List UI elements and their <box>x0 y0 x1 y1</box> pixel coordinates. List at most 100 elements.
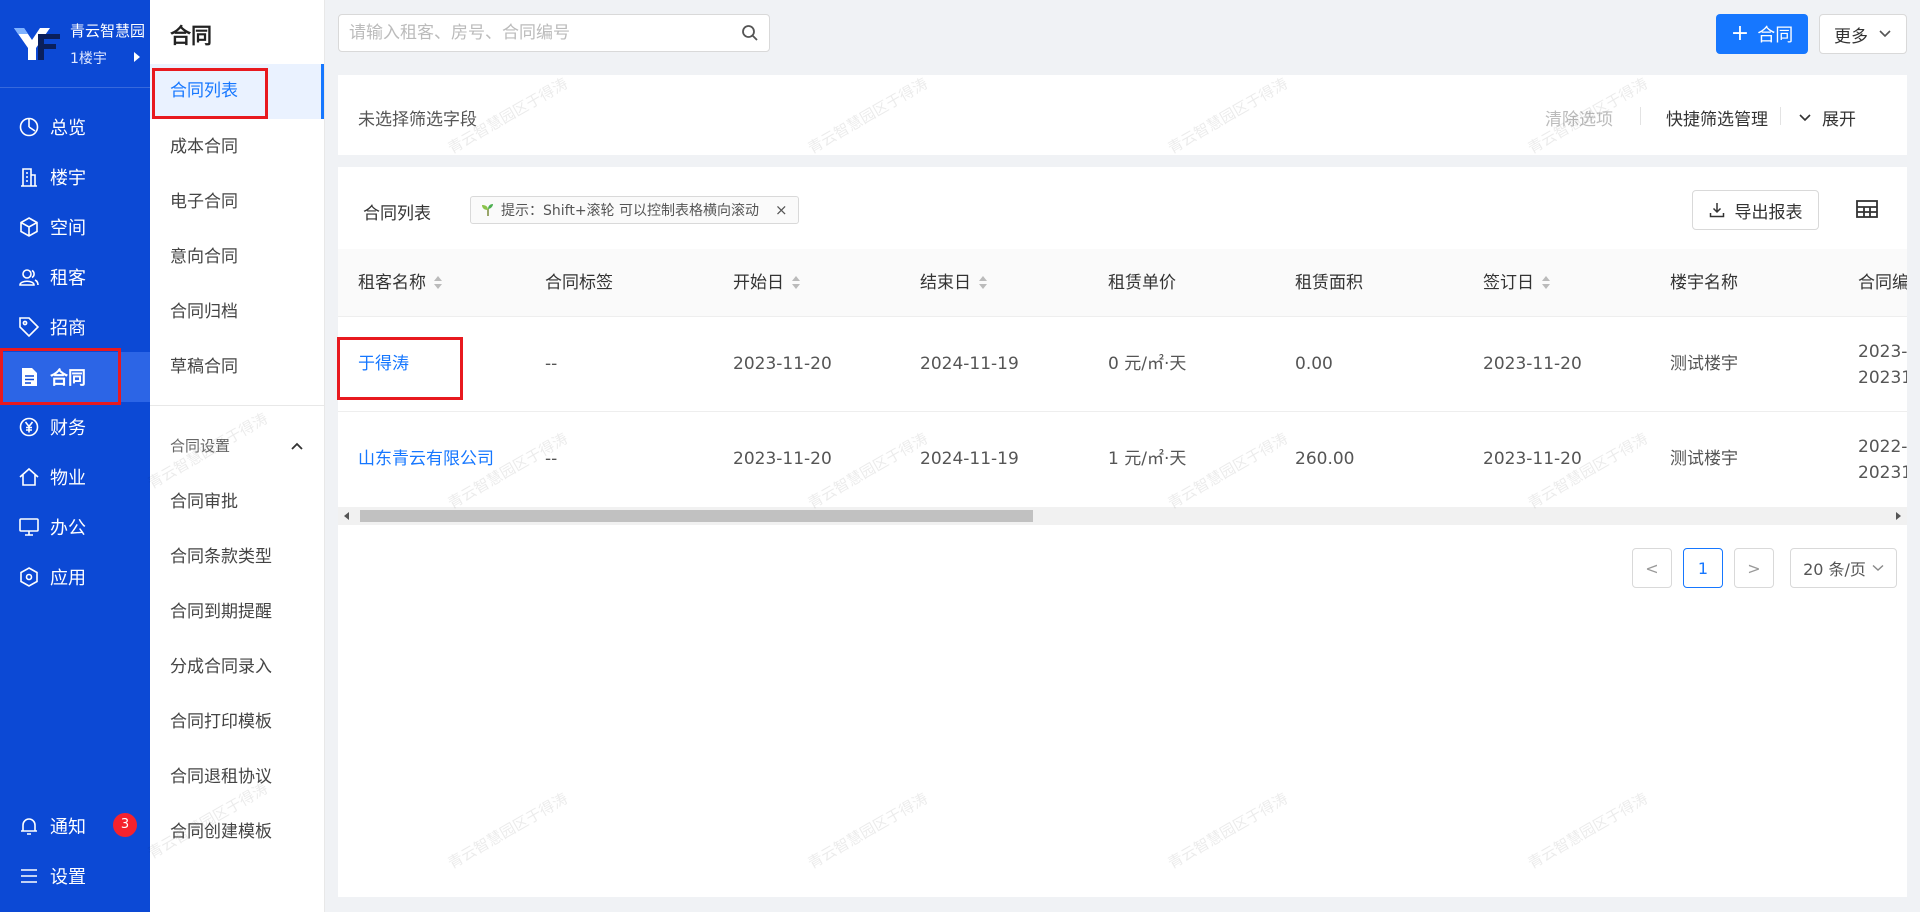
search-icon[interactable] <box>741 24 759 42</box>
nav-label: 财务 <box>50 418 86 439</box>
column-settings-icon[interactable] <box>1856 199 1878 219</box>
tenant-link[interactable]: 山东青云有限公司 <box>358 412 494 505</box>
nav-item-contract[interactable]: 合同 <box>0 352 150 402</box>
app-icon <box>20 567 38 587</box>
nav-item-finance[interactable]: 财务 <box>0 402 150 452</box>
chevron-down-icon <box>1872 564 1884 571</box>
notice-count-badge: 3 <box>113 813 137 837</box>
subnav-item-draft[interactable]: 草稿合同 <box>150 340 324 395</box>
quick-filter-manage-link[interactable]: 快捷筛选管理 <box>1666 105 1768 130</box>
clear-filters-link[interactable]: 清除选项 <box>1545 105 1613 130</box>
monitor-icon <box>19 518 39 536</box>
prev-page-button[interactable]: < <box>1632 548 1672 588</box>
next-page-button[interactable]: > <box>1734 548 1774 588</box>
building-icon <box>21 168 37 187</box>
column-label: 合同标签 <box>545 273 613 293</box>
nav-label: 应用 <box>50 568 86 589</box>
scroll-left-icon[interactable] <box>344 512 349 520</box>
close-icon[interactable]: × <box>775 201 788 219</box>
contract-no-line: 202311 <box>1858 463 1907 483</box>
column-label: 楼宇名称 <box>1670 273 1738 293</box>
chevron-up-icon[interactable] <box>290 441 304 451</box>
cell-contract-no: 2023-0 202311 <box>1858 317 1907 412</box>
subnav-item-create-template[interactable]: 合同创建模板 <box>150 805 324 860</box>
sort-icon[interactable] <box>792 276 800 290</box>
nav-label: 楼宇 <box>50 168 86 189</box>
subnav-item-intent-contract[interactable]: 意向合同 <box>150 230 324 285</box>
nav-label: 招商 <box>50 318 86 339</box>
search-box[interactable] <box>338 14 770 52</box>
nav-item-office[interactable]: 办公 <box>0 502 150 552</box>
export-report-button[interactable]: 导出报表 <box>1692 190 1819 230</box>
sort-icon[interactable] <box>434 276 442 290</box>
add-contract-button[interactable]: + 合同 <box>1716 14 1808 54</box>
nav-item-overview[interactable]: 总览 <box>0 102 150 152</box>
subnav-group-title[interactable]: 合同设置 <box>170 435 230 456</box>
contract-subnav: 合同 合同列表 成本合同 电子合同 意向合同 合同归档 草稿合同 合同设置 合同… <box>150 0 325 912</box>
home-icon <box>19 467 39 486</box>
expand-filters-toggle[interactable]: 展开 <box>1798 105 1856 130</box>
nav-item-space[interactable]: 空间 <box>0 202 150 252</box>
cell-start: 2023-11-20 <box>733 354 832 374</box>
nav-label: 租客 <box>50 268 86 289</box>
subnav-item-approval[interactable]: 合同审批 <box>150 475 324 530</box>
divider <box>150 405 324 406</box>
chevron-down-icon <box>1879 30 1891 38</box>
column-header-price: 租赁单价 <box>1108 249 1176 317</box>
subnav-item-contract-list[interactable]: 合同列表 <box>150 64 324 119</box>
nav-item-tenant[interactable]: 租客 <box>0 252 150 302</box>
download-icon <box>1709 203 1724 218</box>
scroll-right-icon[interactable] <box>1896 512 1901 520</box>
subnav-item-expiry-reminder[interactable]: 合同到期提醒 <box>150 585 324 640</box>
subnav-item-archive[interactable]: 合同归档 <box>150 285 324 340</box>
plus-icon: + <box>1730 21 1750 46</box>
subnav-item-cost-contract[interactable]: 成本合同 <box>150 120 324 175</box>
scrollbar-thumb[interactable] <box>360 510 1033 522</box>
nav-item-settings[interactable]: 设置 <box>0 851 150 901</box>
more-dropdown-button[interactable]: 更多 <box>1819 14 1907 54</box>
column-header-tenant[interactable]: 租客名称 <box>358 249 442 317</box>
column-label: 结束日 <box>920 273 971 293</box>
column-header-area: 租赁面积 <box>1295 249 1363 317</box>
table-row[interactable]: 山东青云有限公司 -- 2023-11-20 2024-11-19 1 元/㎡·… <box>338 412 1907 505</box>
subnav-item-revenue-share[interactable]: 分成合同录入 <box>150 640 324 695</box>
column-header-start[interactable]: 开始日 <box>733 249 800 317</box>
subnav-item-e-contract[interactable]: 电子合同 <box>150 175 324 230</box>
subnav-item-termination[interactable]: 合同退租协议 <box>150 750 324 805</box>
scroll-tip-tag: 提示：Shift+滚轮 可以控制表格横向滚动 × <box>470 196 799 224</box>
bell-icon <box>21 818 37 835</box>
page-1-button[interactable]: 1 <box>1683 548 1723 588</box>
column-header-building: 楼宇名称 <box>1670 249 1738 317</box>
cell-contract-no: 2022-0 202311 <box>1858 412 1907 505</box>
column-header-end[interactable]: 结束日 <box>920 249 987 317</box>
nav-item-building[interactable]: 楼宇 <box>0 152 150 202</box>
add-contract-label: 合同 <box>1757 25 1794 46</box>
contract-no-line: 2023-0 <box>1858 342 1907 362</box>
sort-icon[interactable] <box>1542 276 1550 290</box>
nav-label: 空间 <box>50 218 86 239</box>
column-label: 签订日 <box>1483 273 1534 293</box>
main-content: + 合同 更多 未选择筛选字段 清除选项 快捷筛选管理 展开 合同列表 提示：S… <box>325 0 1920 912</box>
building-selector[interactable]: 1楼宇 <box>70 48 107 68</box>
subnav-item-clause-types[interactable]: 合同条款类型 <box>150 530 324 585</box>
nav-item-leasing[interactable]: 招商 <box>0 302 150 352</box>
table-row[interactable]: 于得涛 -- 2023-11-20 2024-11-19 0 元/㎡·天 0.0… <box>338 317 1907 412</box>
main-sidebar: 青云智慧园区 1楼宇 总览 楼宇 空间 租客 招商 合同 财务 物业 办公 应用 <box>0 0 150 912</box>
subnav-item-print-template[interactable]: 合同打印模板 <box>150 695 324 750</box>
caret-right-icon[interactable] <box>134 52 140 62</box>
brand-header[interactable]: 青云智慧园区 1楼宇 <box>0 0 150 88</box>
sort-icon[interactable] <box>979 276 987 290</box>
page-size-select[interactable]: 20 条/页 <box>1790 548 1897 588</box>
divider <box>1640 107 1641 125</box>
column-header-signed[interactable]: 签订日 <box>1483 249 1550 317</box>
cell-start: 2023-11-20 <box>733 449 832 469</box>
contract-no-line: 202311 <box>1858 368 1907 388</box>
nav-item-apps[interactable]: 应用 <box>0 552 150 602</box>
nav-item-property[interactable]: 物业 <box>0 452 150 502</box>
column-header-tag: 合同标签 <box>545 249 613 317</box>
column-label: 合同编 <box>1858 273 1907 293</box>
tenant-link[interactable]: 于得涛 <box>358 317 409 412</box>
search-input[interactable] <box>349 23 741 43</box>
column-label: 租赁单价 <box>1108 273 1176 293</box>
horizontal-scrollbar[interactable] <box>338 507 1907 525</box>
